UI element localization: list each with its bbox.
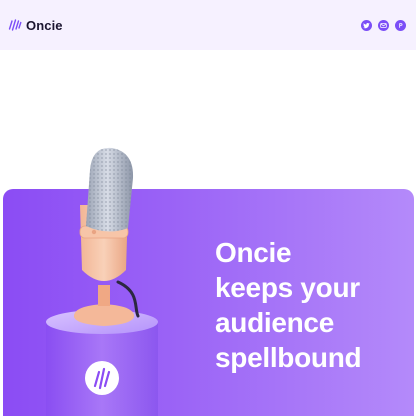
hero-headline-line: keeps your [215,272,360,303]
twitter-link[interactable] [361,19,372,31]
hero-headline: Oncie keeps your audience spellbound [215,235,362,375]
mail-icon [380,22,387,28]
hero-banner: Oncie keeps your audience spellbound [3,189,414,416]
page: Oncie Oncie keeps your audience spellbou… [0,0,416,416]
pedestal-logo-icon [85,361,119,395]
hero-headline-line: audience [215,307,334,338]
brand-home-link[interactable]: Oncie [8,18,63,33]
hero-headline-line: Oncie [215,237,292,268]
producthunt-link[interactable] [395,19,406,31]
oncie-logo-icon [8,19,22,31]
producthunt-icon [399,22,403,28]
email-link[interactable] [378,19,389,31]
social-links [361,19,408,31]
top-bar: Oncie [0,0,416,50]
brand-name: Oncie [26,17,63,33]
hero-headline-line: spellbound [215,342,362,373]
twitter-icon [363,22,370,28]
